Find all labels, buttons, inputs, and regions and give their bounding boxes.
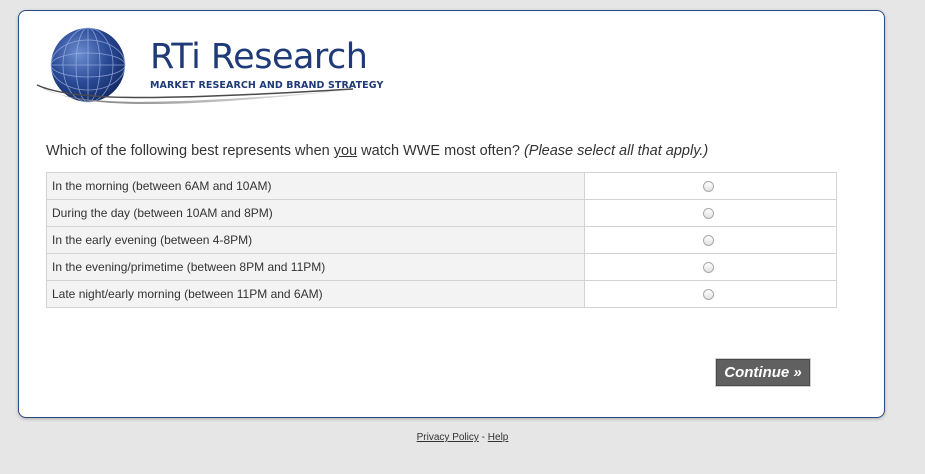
footer: Privacy Policy - Help — [0, 432, 925, 443]
question-prefix: Which of the following best represents w… — [46, 143, 334, 159]
option-row: During the day (between 10AM and 8PM) — [46, 199, 837, 227]
question-text: Which of the following best represents w… — [46, 143, 708, 159]
privacy-policy-link[interactable]: Privacy Policy — [417, 432, 479, 443]
brand-tagline: MARKET RESEARCH AND BRAND STRATEGY — [150, 80, 384, 91]
question-note: (Please select all that apply.) — [523, 143, 709, 159]
option-label: Late night/early morning (between 11PM a… — [46, 280, 585, 308]
option-row: In the evening/primetime (between 8PM an… — [46, 253, 837, 281]
option-row: In the early evening (between 4-8PM) — [46, 226, 837, 254]
option-radio[interactable] — [703, 235, 714, 247]
survey-card: RTi Research MARKET RESEARCH AND BRAND S… — [18, 10, 885, 418]
option-radio[interactable] — [703, 262, 714, 274]
question-suffix: watch WWE most often? — [357, 143, 524, 159]
brand-name: RTi Research — [150, 37, 368, 77]
option-radio[interactable] — [703, 181, 714, 193]
footer-separator: - — [478, 432, 488, 443]
option-cell — [584, 253, 837, 281]
help-link[interactable]: Help — [488, 432, 509, 443]
option-radio[interactable] — [703, 208, 714, 220]
rti-logo: RTi Research MARKET RESEARCH AND BRAND S… — [33, 27, 383, 111]
option-label: In the evening/primetime (between 8PM an… — [46, 253, 585, 281]
answer-grid: In the morning (between 6AM and 10AM) Du… — [46, 172, 837, 308]
continue-button[interactable]: Continue » — [716, 359, 810, 386]
option-label: During the day (between 10AM and 8PM) — [46, 199, 585, 227]
option-row: In the morning (between 6AM and 10AM) — [46, 172, 837, 200]
option-label: In the morning (between 6AM and 10AM) — [46, 172, 585, 200]
question-emphasis: you — [333, 143, 358, 159]
option-cell — [584, 280, 837, 308]
option-cell — [584, 172, 837, 200]
option-label: In the early evening (between 4-8PM) — [46, 226, 585, 254]
option-radio[interactable] — [703, 289, 714, 301]
option-cell — [584, 226, 837, 254]
option-cell — [584, 199, 837, 227]
option-row: Late night/early morning (between 11PM a… — [46, 280, 837, 308]
